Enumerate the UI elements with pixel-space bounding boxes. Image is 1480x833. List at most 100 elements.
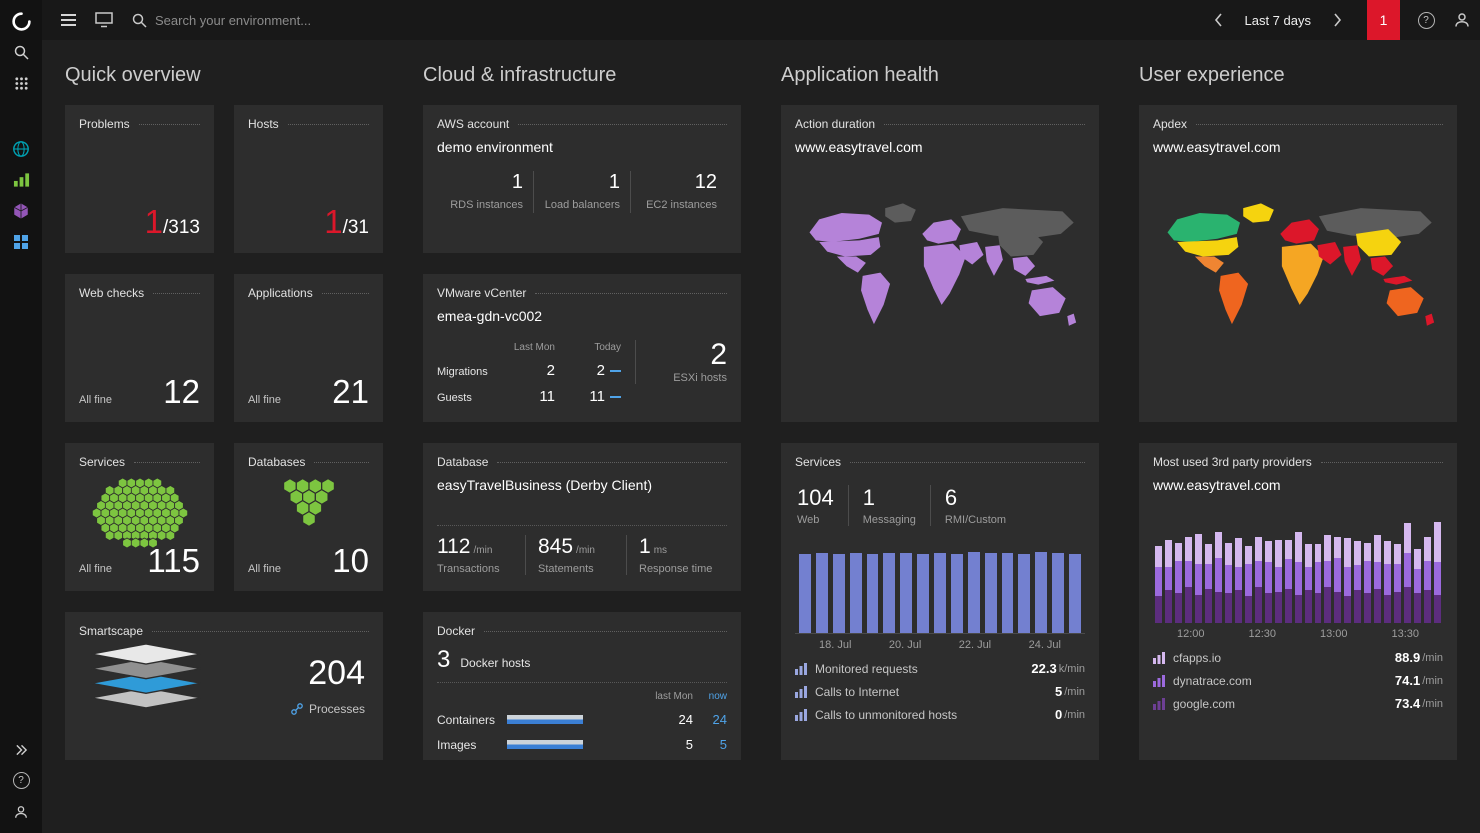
sparkline xyxy=(610,396,621,398)
problems-count: 1 /313 xyxy=(145,205,200,239)
column-application-health: Application health Action duration www.e… xyxy=(781,52,1099,833)
legend-row[interactable]: google.com 73.4 /min xyxy=(1153,696,1443,711)
x-tick: 13:30 xyxy=(1391,628,1419,640)
tile-apdex[interactable]: Apdex www.easytravel.com xyxy=(1139,105,1457,422)
menu-icon[interactable] xyxy=(50,0,86,40)
legend-label: Monitored requests xyxy=(815,661,918,676)
tile-title: Most used 3rd party providers xyxy=(1153,455,1443,469)
tile-3rd-party-providers[interactable]: Most used 3rd party providers www.easytr… xyxy=(1139,443,1457,760)
tile-action-duration[interactable]: Action duration www.easytravel.com xyxy=(781,105,1099,422)
sidebar-bottom: ? xyxy=(0,734,42,827)
help-icon[interactable]: ? xyxy=(1408,0,1444,40)
stat-label: Load balancers xyxy=(544,199,620,211)
tile-title: VMware vCenter xyxy=(437,286,727,300)
tile-title: Docker xyxy=(437,624,727,638)
search-input[interactable] xyxy=(155,12,455,28)
column-header: Cloud & infrastructure xyxy=(423,64,617,86)
cube-icon[interactable] xyxy=(0,195,42,226)
tile-title: Hosts xyxy=(248,117,369,131)
tile-vmware-vcenter[interactable]: VMware vCenter emea-gdn-vc002 Last Mon T… xyxy=(423,274,741,422)
tile-title: Database xyxy=(437,455,727,469)
containers-bar xyxy=(507,715,583,724)
apps-grid-icon[interactable] xyxy=(0,68,42,99)
sidebar-app-group xyxy=(0,133,42,257)
stat-value: 1 xyxy=(639,535,651,558)
expand-icon[interactable] xyxy=(0,734,42,765)
stat-label: RMI/Custom xyxy=(944,514,1007,526)
stat-unit: /min xyxy=(473,545,493,556)
tile-hosts[interactable]: Hosts 1 /31 xyxy=(234,105,383,253)
chevron-left-icon[interactable] xyxy=(1201,0,1237,40)
tile-smartscape[interactable]: Smartscape 204 Processes xyxy=(65,612,383,760)
search-icon xyxy=(132,13,147,28)
bar-chart-icon xyxy=(795,662,807,675)
docker-hosts-count: 3 xyxy=(437,646,451,673)
tile-web-checks[interactable]: Web checks All fine 12 xyxy=(65,274,214,422)
user-icon[interactable] xyxy=(1444,0,1480,40)
tile-subtitle: emea-gdn-vc002 xyxy=(437,308,543,324)
status-label: All fine xyxy=(248,394,282,406)
legend-unit: /min xyxy=(1422,674,1443,687)
stat-cell: 1 RDS instances xyxy=(437,171,533,213)
legend-value: 74.1 xyxy=(1394,673,1421,688)
tile-databases[interactable]: Databases All fine 10 xyxy=(234,443,383,591)
legend-row[interactable]: Calls to Internet 5 /min xyxy=(795,684,1085,699)
legend-label: google.com xyxy=(1173,696,1236,711)
count: 10 xyxy=(332,542,369,579)
tile-services[interactable]: Services All fine 115 xyxy=(65,443,214,591)
legend-value: 73.4 xyxy=(1394,696,1421,711)
chevron-right-icon[interactable] xyxy=(1319,0,1355,40)
tile-title: AWS account xyxy=(437,117,727,131)
stat-label: Response time xyxy=(639,563,713,575)
column-header: Application health xyxy=(781,64,939,86)
stat-cell: 845/min Statements xyxy=(525,535,626,575)
count: 12 xyxy=(163,373,200,410)
row-value: 5 xyxy=(685,737,693,752)
search-bar[interactable] xyxy=(132,12,455,28)
providers-legend: cfapps.io 88.9 /min dynatrace.com 74.1 /… xyxy=(1153,650,1443,711)
help-icon[interactable]: ? xyxy=(0,765,42,796)
legend-row[interactable]: Calls to unmonitored hosts 0 /min xyxy=(795,707,1085,722)
tile-problems[interactable]: Problems 1 /313 xyxy=(65,105,214,253)
user-icon[interactable] xyxy=(0,796,42,827)
databases-hex-icon xyxy=(282,477,335,528)
time-range[interactable]: Last 7 days xyxy=(1237,13,1320,28)
tile-aws-account[interactable]: AWS account demo environment 1 RDS insta… xyxy=(423,105,741,253)
legend-label: Calls to Internet xyxy=(815,684,900,699)
column-cloud-infrastructure: Cloud & infrastructure AWS account demo … xyxy=(423,52,741,833)
hosts-icon[interactable] xyxy=(0,226,42,257)
globe-icon[interactable] xyxy=(0,133,42,164)
chart-icon[interactable] xyxy=(0,164,42,195)
tile-footer: All fine 115 xyxy=(79,544,200,577)
tile-database[interactable]: Database easyTravelBusiness (Derby Clien… xyxy=(423,443,741,591)
legend-row[interactable]: Monitored requests 22.3 k/min xyxy=(795,661,1085,676)
dashboard-icon[interactable] xyxy=(86,0,122,40)
stat-cell: 1 Load balancers xyxy=(533,171,630,213)
tile-applications[interactable]: Applications All fine 21 xyxy=(234,274,383,422)
x-tick: 12:00 xyxy=(1177,628,1205,640)
legend-unit: k/min xyxy=(1058,662,1085,675)
column-header: Quick overview xyxy=(65,64,201,86)
esxi-count: 2 xyxy=(710,338,727,371)
legend-row[interactable]: cfapps.io 88.9 /min xyxy=(1153,650,1443,665)
problems-badge[interactable]: 1 xyxy=(1367,0,1400,40)
legend-row[interactable]: dynatrace.com 74.1 /min xyxy=(1153,673,1443,688)
search-icon[interactable] xyxy=(0,37,42,68)
affected-count: 1 xyxy=(324,203,343,240)
world-map-action-duration xyxy=(809,203,1077,326)
stat-cell: 1 Messaging xyxy=(847,485,930,526)
services-legend: Monitored requests 22.3 k/min Calls to I… xyxy=(795,661,1085,722)
divider xyxy=(437,525,727,526)
legend-label: dynatrace.com xyxy=(1173,673,1252,688)
legend-label: cfapps.io xyxy=(1173,650,1222,665)
tile-docker[interactable]: Docker 3 Docker hosts last Mon now Conta… xyxy=(423,612,741,760)
stat-cell: 6 RMI/Custom xyxy=(929,485,1020,526)
docker-table: last Mon now Containers 24 24 Images 5 5 xyxy=(437,691,727,752)
dynatrace-logo[interactable] xyxy=(0,6,42,37)
stat-value: 845 xyxy=(538,535,574,558)
bar-chart-icon xyxy=(1153,674,1165,687)
row-value-now: 24 xyxy=(712,712,727,727)
tile-services-chart[interactable]: Services 104 Web 1 Messaging 6 RMI/Custo… xyxy=(781,443,1099,760)
column-header-last-mon: last Mon xyxy=(655,691,693,702)
stat-cell: 1 ms Response time xyxy=(626,535,727,575)
